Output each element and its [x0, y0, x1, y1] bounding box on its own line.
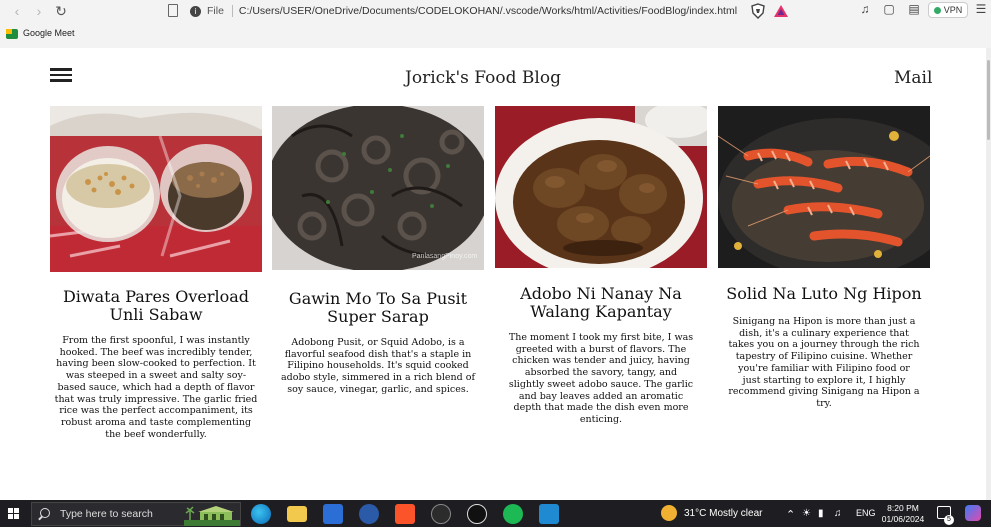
brave-shield-icon[interactable]: [750, 3, 766, 19]
reload-icon[interactable]: ↻: [52, 2, 70, 20]
search-icon: [40, 508, 50, 518]
chevron-up-icon[interactable]: ⌃: [786, 508, 795, 521]
scrollbar-thumb[interactable]: [987, 60, 990, 140]
notification-count-badge: 5: [944, 515, 954, 525]
card-description: The moment I took my first bite, I was g…: [508, 332, 694, 425]
brave-rewards-icon[interactable]: [773, 3, 789, 19]
spotify-icon[interactable]: [503, 504, 523, 524]
taskbar-search[interactable]: Type here to search: [31, 502, 241, 526]
obs-icon[interactable]: [467, 504, 487, 524]
food-cards: Diwata Pares Overload Unli Sabaw From th…: [50, 106, 930, 500]
back-icon[interactable]: ‹: [8, 2, 26, 20]
sidebar-icon[interactable]: ▢: [881, 1, 897, 17]
bookmark-icon[interactable]: [168, 4, 178, 17]
taskbar-clock[interactable]: 8:20 PM 01/06/2024: [879, 503, 927, 525]
site-title: Jorick's Food Blog: [405, 68, 561, 88]
diwata-pares-image[interactable]: [50, 106, 262, 272]
card-title[interactable]: Adobo Ni Nanay Na Walang Kapantay: [495, 285, 707, 321]
vscode-icon[interactable]: [539, 504, 559, 524]
browser-toolbar: ‹ › ↻ i File C:/Users/USER/OneDrive/Docume…: [0, 0, 991, 22]
card-title[interactable]: Diwata Pares Overload Unli Sabaw: [50, 288, 262, 324]
sinigang-hipon-image[interactable]: [718, 106, 930, 268]
address-bar[interactable]: i File C:/Users/USER/OneDrive/Documents/CO…: [190, 2, 770, 20]
network-icon[interactable]: ☀: [802, 508, 811, 519]
vpn-label: VPN: [943, 5, 963, 15]
card-description: Adobong Pusit, or Squid Adobo, is a flav…: [281, 337, 475, 395]
info-icon[interactable]: i: [190, 5, 201, 17]
bookmark-google-meet[interactable]: Google Meet: [23, 28, 75, 38]
mail-app-icon[interactable]: [359, 504, 379, 524]
weather-text[interactable]: 31°C Mostly clear: [684, 508, 762, 519]
file-explorer-icon[interactable]: [287, 506, 307, 522]
vpn-status-icon: [933, 7, 941, 15]
media-icon[interactable]: ♫: [857, 1, 873, 17]
page-viewport: Jorick's Food Blog Mail Diwata Pares Ove…: [0, 48, 986, 500]
card-title[interactable]: Solid Na Luto Ng Hipon: [718, 285, 930, 303]
battery-icon[interactable]: ▮: [818, 508, 824, 519]
microsoft-store-icon[interactable]: [323, 504, 343, 524]
card-description: Sinigang na Hipon is more than just a di…: [728, 316, 920, 409]
edge-icon[interactable]: [251, 504, 271, 524]
address-scheme: File: [207, 5, 224, 17]
language-indicator[interactable]: ENG: [856, 508, 876, 518]
search-highlight-illustration-icon: [184, 504, 240, 526]
browser-chrome: ‹ › ↻ i File C:/Users/USER/OneDrive/Docume…: [0, 0, 991, 48]
windows-taskbar: Type here to search 31°C Mostly clear ⌃ …: [0, 500, 991, 527]
image-watermark: PanlasangPinoy.com: [412, 253, 477, 260]
adobong-pusit-image[interactable]: PanlasangPinoy.com: [272, 106, 484, 270]
google-meet-icon[interactable]: [6, 29, 18, 39]
brave-browser-icon[interactable]: [395, 504, 415, 524]
vpn-button[interactable]: VPN: [928, 2, 968, 18]
forward-icon[interactable]: ›: [30, 2, 48, 20]
taskbar-search-placeholder: Type here to search: [60, 508, 153, 520]
card-title[interactable]: Gawin Mo To Sa Pusit Super Sarap: [272, 290, 484, 326]
windows-start-icon[interactable]: [8, 508, 20, 520]
wallet-icon[interactable]: ▤: [906, 1, 922, 17]
address-divider: [231, 5, 233, 18]
volume-icon[interactable]: ♫: [834, 508, 842, 519]
weather-icon[interactable]: [661, 505, 677, 521]
site-header: Jorick's Food Blog Mail: [0, 48, 986, 106]
address-url: C:/Users/USER/OneDrive/Documents/CODELOK…: [238, 5, 738, 17]
card-description: From the first spoonful, I was instantly…: [54, 335, 258, 440]
paint-icon[interactable]: [431, 504, 451, 524]
clock-date: 01/06/2024: [881, 514, 925, 524]
page-scrollbar[interactable]: [986, 48, 991, 500]
copilot-icon[interactable]: [965, 505, 981, 521]
clock-time: 8:20 PM: [887, 503, 919, 513]
chicken-adobo-image[interactable]: [495, 106, 707, 268]
mail-link[interactable]: Mail: [894, 68, 932, 88]
menu-icon[interactable]: ☰: [973, 1, 989, 17]
